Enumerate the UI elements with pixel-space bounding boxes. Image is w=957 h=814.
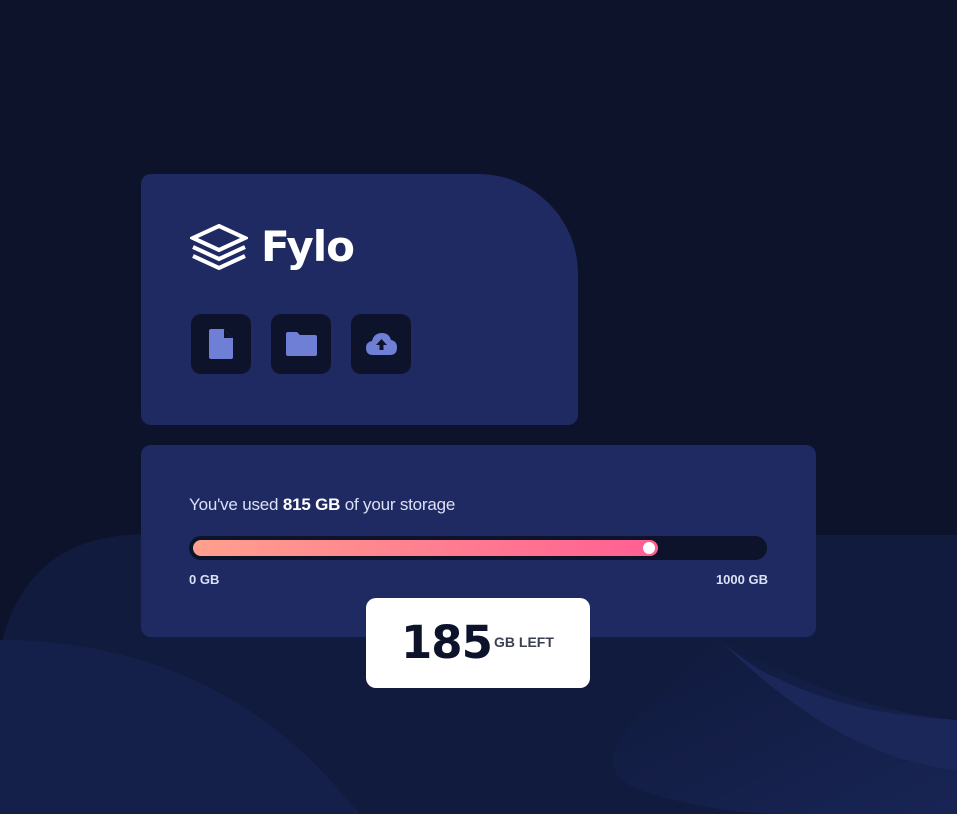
- brand-name: Fylo: [261, 222, 355, 271]
- brand: Fylo: [190, 222, 355, 271]
- upload-button[interactable]: [351, 314, 411, 374]
- scale-min-label: 0 GB: [189, 572, 220, 587]
- scale-max-label: 1000 GB: [715, 572, 768, 587]
- document-button[interactable]: [191, 314, 251, 374]
- cloud-upload-icon: [365, 333, 397, 355]
- document-icon: [209, 329, 233, 359]
- tool-bar: [191, 314, 411, 374]
- folder-icon: [285, 332, 317, 356]
- remaining-value: 185: [401, 616, 493, 669]
- storage-meter-fill: [193, 540, 658, 556]
- page: Fylo You've used 815 GB of your storage …: [0, 0, 957, 814]
- storage-meter: [189, 536, 767, 560]
- usage-prefix: You've used: [189, 495, 283, 514]
- brand-card: Fylo: [141, 174, 578, 425]
- stacked-layers-icon: [190, 224, 248, 270]
- usage-suffix: of your storage: [340, 495, 456, 514]
- remaining-badge: 185 GB LEFT: [366, 598, 590, 688]
- used-amount: 815 GB: [282, 495, 341, 514]
- storage-meter-knob: [643, 542, 655, 554]
- remaining-unit: GB LEFT: [494, 634, 554, 650]
- folder-button[interactable]: [271, 314, 331, 374]
- usage-text: You've used 815 GB of your storage: [189, 495, 455, 515]
